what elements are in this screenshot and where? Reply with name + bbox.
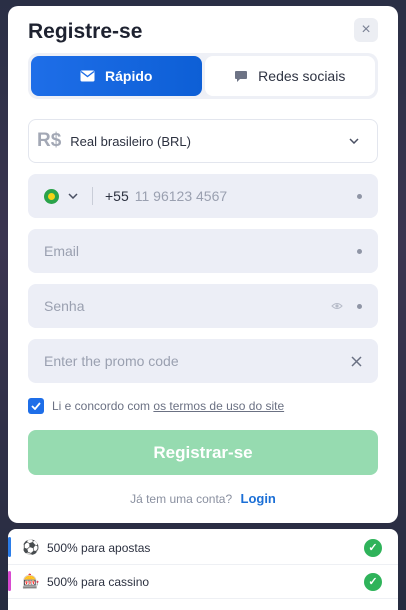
- slot-machine-icon: 🎰: [22, 573, 40, 589]
- checkmark-icon: [31, 402, 41, 410]
- login-prompt: Já tem uma conta?: [130, 492, 233, 506]
- bonus-item-apostas[interactable]: ⚽ 500% para apostas ✓: [8, 531, 398, 565]
- bonus-accent-bar: [8, 537, 11, 557]
- login-link[interactable]: Login: [241, 491, 276, 506]
- currency-select[interactable]: R$ Real brasileiro (BRL): [28, 119, 378, 163]
- currency-symbol: R$: [37, 130, 62, 151]
- status-dot-icon: [357, 248, 362, 254]
- promo-code-field[interactable]: Enter the promo code: [28, 339, 378, 383]
- email-field[interactable]: Email: [28, 229, 378, 273]
- terms-checkbox[interactable]: [28, 398, 44, 414]
- password-placeholder: Senha: [44, 298, 85, 314]
- status-dot-icon: [357, 303, 362, 309]
- status-dot-icon: [357, 193, 362, 199]
- registration-tabs: Rápido Redes sociais: [28, 53, 378, 99]
- registration-modal: Registre-se × Rápido Redes sociais R$ Re…: [8, 6, 398, 523]
- country-chevron-down-icon[interactable]: [68, 193, 78, 199]
- phone-field[interactable]: +55 11 96123 4567: [28, 174, 378, 218]
- currency-value: Real brasileiro (BRL): [70, 133, 191, 149]
- bonus-accent-bar: [8, 571, 11, 591]
- tab-rapido-label: Rápido: [105, 68, 153, 84]
- check-badge-icon: ✓: [364, 538, 382, 557]
- tab-redes-sociais[interactable]: Redes sociais: [204, 56, 375, 96]
- chevron-down-icon: [349, 138, 359, 144]
- terms-prefix: Li e concordo com: [52, 399, 154, 413]
- terms-text: Li e concordo com os termos de uso do si…: [52, 399, 284, 413]
- bonus-label: 500% para apostas: [47, 540, 151, 555]
- password-field[interactable]: Senha: [28, 284, 378, 328]
- tab-redes-sociais-label: Redes sociais: [258, 68, 346, 84]
- phone-placeholder: 11 96123 4567: [134, 188, 228, 204]
- soccer-ball-icon: ⚽: [22, 539, 40, 555]
- login-row: Já tem uma conta? Login: [8, 491, 398, 506]
- brazil-flag-icon: [44, 188, 59, 204]
- email-placeholder: Email: [44, 243, 80, 259]
- promo-placeholder: Enter the promo code: [44, 353, 179, 369]
- terms-link[interactable]: os termos de uso do site: [153, 399, 284, 413]
- chat-bubble-icon: [235, 70, 248, 82]
- tab-rapido[interactable]: Rápido: [31, 56, 202, 96]
- clear-icon[interactable]: [351, 355, 362, 367]
- check-badge-icon: ✓: [364, 572, 382, 591]
- close-icon: ×: [361, 21, 371, 38]
- bonus-panel: ⚽ 500% para apostas ✓ 🎰 500% para cassin…: [8, 529, 398, 610]
- phone-divider: [92, 187, 93, 205]
- eye-icon[interactable]: [331, 302, 343, 310]
- close-button[interactable]: ×: [354, 18, 378, 42]
- phone-country-code: +55: [105, 188, 129, 204]
- register-button[interactable]: Registrar-se: [28, 430, 378, 475]
- modal-title: Registre-se: [28, 20, 143, 43]
- bonus-item-cassino[interactable]: 🎰 500% para cassino ✓: [8, 565, 398, 599]
- bonus-label: 500% para cassino: [47, 574, 150, 589]
- envelope-icon: [80, 70, 95, 82]
